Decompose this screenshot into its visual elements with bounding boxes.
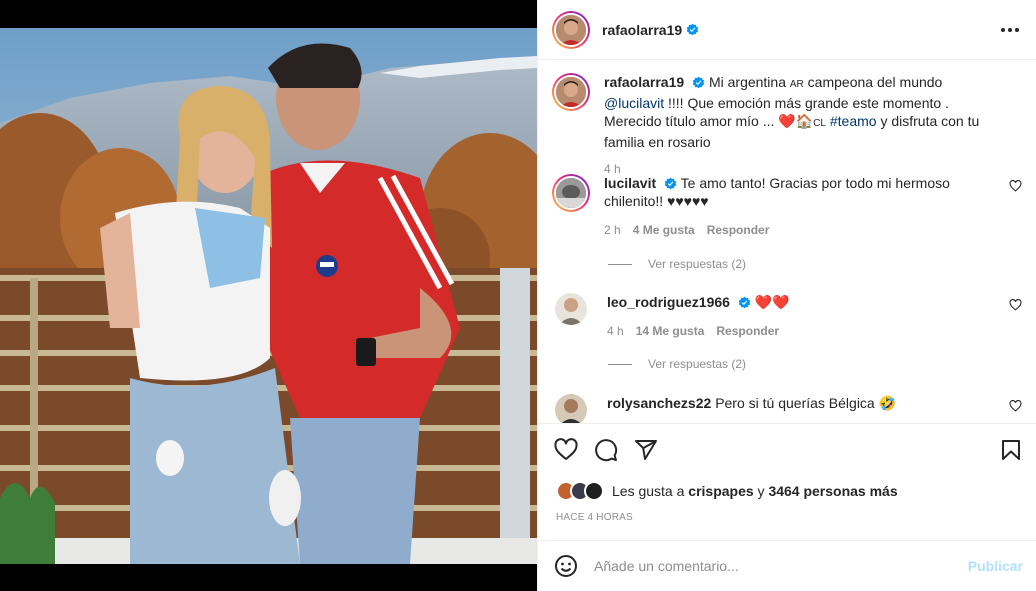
liker-avatar: [584, 481, 604, 501]
comment-input[interactable]: [594, 558, 954, 574]
comment-icon[interactable]: [594, 438, 618, 462]
likes-summary: Les gusta a crispapes y 3464 personas má…: [556, 481, 898, 501]
comment-text: Pero si tú querías Bélgica 🤣: [715, 395, 897, 411]
comments-area: rafaolarra19 Mi argentina AR campeona de…: [538, 61, 1036, 423]
view-replies-button[interactable]: Ver respuestas (2): [608, 257, 746, 271]
comment-username[interactable]: leo_rodriguez1966: [607, 294, 730, 310]
comment-like-heart-icon[interactable]: [1009, 180, 1022, 192]
verified-badge-icon: [738, 296, 751, 309]
comment-username[interactable]: lucilavit: [604, 175, 656, 191]
mention-link[interactable]: @lucilavit: [604, 95, 664, 111]
replies-divider: [608, 363, 632, 365]
family-emoji: 🏠: [795, 113, 814, 129]
reply-button[interactable]: Responder: [716, 322, 779, 340]
emoji-icon[interactable]: [554, 554, 578, 578]
comment-text: Te amo tanto! Gracias por todo mi hermos…: [604, 175, 950, 209]
heart-icon[interactable]: [554, 438, 578, 462]
add-comment-bar: Publicar: [538, 540, 1036, 591]
hashtag-link[interactable]: #teamo: [830, 113, 877, 129]
comment-item: lucilavit Te amo tanto! Gracias por todo…: [552, 174, 1022, 239]
liker-username[interactable]: crispapes: [688, 483, 753, 499]
caption-text: rafaolarra19 Mi argentina AR campeona de…: [604, 74, 980, 150]
heart-emoji: ❤️: [778, 113, 796, 129]
post-header: rafaolarra19: [538, 0, 1036, 60]
comment-likes[interactable]: 4 Me gusta: [633, 221, 695, 239]
comment-text: ❤️❤️: [754, 294, 790, 310]
comment-meta: 4 h 14 Me gusta Responder: [607, 322, 1007, 340]
more-options-icon[interactable]: [1001, 22, 1019, 38]
post-actions: Les gusta a crispapes y 3464 personas má…: [538, 423, 1036, 540]
post-side-panel: rafaolarra19 rafaolarra19 Mi argentina A…: [537, 0, 1036, 591]
comment-item: rolysanchezs22 Pero si tú querías Bélgic…: [552, 394, 1022, 423]
caption-username[interactable]: rafaolarra19: [604, 74, 684, 90]
verified-badge-icon: [686, 23, 699, 36]
view-replies-button[interactable]: Ver respuestas (2): [608, 357, 746, 371]
replies-divider: [608, 263, 632, 265]
photo-pane: [0, 0, 537, 591]
post-photo[interactable]: [0, 28, 537, 564]
comment-like-heart-icon[interactable]: [1009, 400, 1022, 412]
likes-count[interactable]: 3464 personas más: [768, 483, 897, 499]
comment-avatar[interactable]: [555, 293, 587, 325]
instagram-post: rafaolarra19 rafaolarra19 Mi argentina A…: [0, 0, 1036, 591]
verified-badge-icon: [664, 177, 677, 190]
comment-avatar[interactable]: [555, 394, 587, 423]
comment-likes[interactable]: 14 Me gusta: [636, 322, 705, 340]
comment-time[interactable]: 2 h: [604, 221, 621, 239]
flag-argentina: AR: [789, 79, 804, 90]
comment-time[interactable]: 4 h: [607, 322, 624, 340]
flag-chile: CL: [813, 118, 826, 129]
comment-meta: 2 h 4 Me gusta Responder: [604, 221, 1004, 239]
comment-item: leo_rodriguez1966 ❤️❤️ 4 h 14 Me gusta R…: [552, 293, 1022, 340]
author-username[interactable]: rafaolarra19: [602, 22, 682, 38]
verified-badge-icon: [692, 76, 705, 89]
send-icon[interactable]: [634, 438, 658, 462]
liker-avatars[interactable]: [556, 481, 604, 501]
comment-like-heart-icon[interactable]: [1009, 299, 1022, 311]
publish-button[interactable]: Publicar: [968, 558, 1023, 574]
caption-avatar[interactable]: [552, 73, 590, 111]
post-timestamp[interactable]: Hace 4 horas: [556, 512, 633, 523]
bookmark-icon[interactable]: [999, 438, 1023, 462]
comment-avatar[interactable]: [552, 174, 590, 212]
post-caption: rafaolarra19 Mi argentina AR campeona de…: [552, 73, 1022, 178]
comment-username[interactable]: rolysanchezs22: [607, 395, 711, 411]
author-avatar[interactable]: [552, 10, 590, 49]
reply-button[interactable]: Responder: [707, 221, 770, 239]
